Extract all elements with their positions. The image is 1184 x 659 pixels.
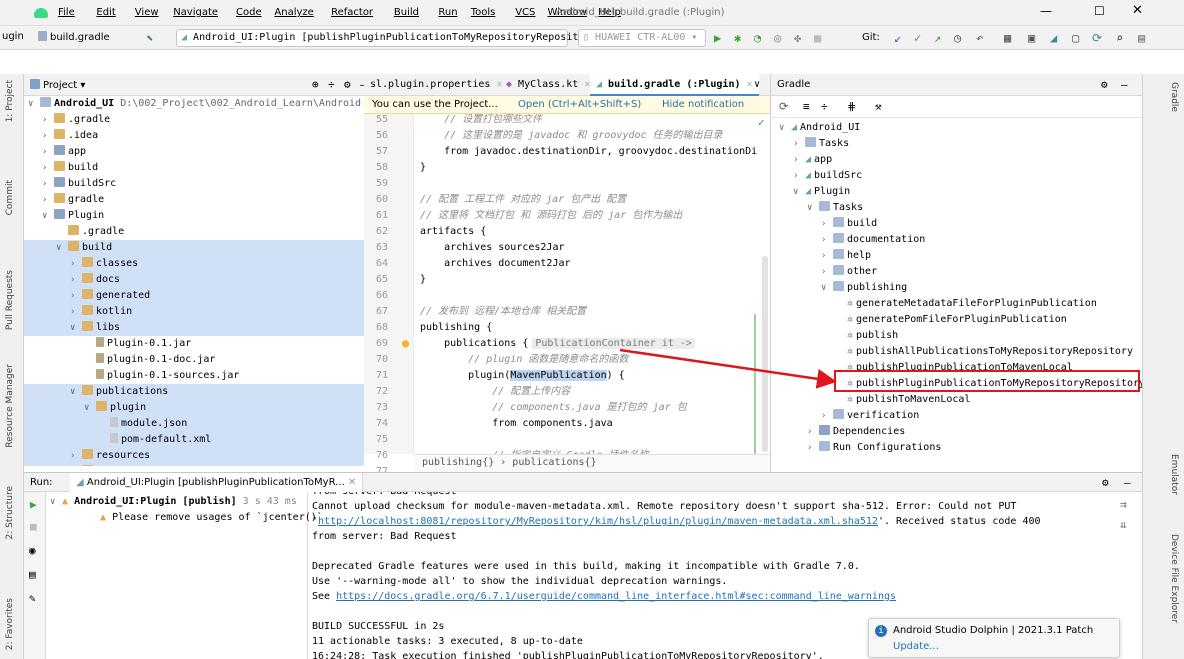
annotation-arrow — [619, 348, 837, 389]
